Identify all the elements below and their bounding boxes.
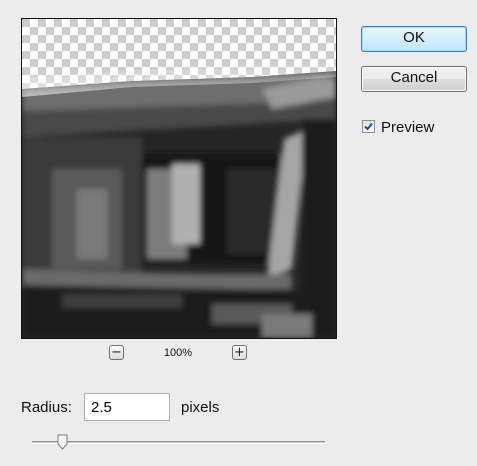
zoom-level-label: 100% xyxy=(163,347,193,359)
zoom-out-button[interactable]: − xyxy=(109,345,124,360)
preview-checkbox[interactable] xyxy=(362,120,375,133)
radius-slider-thumb[interactable] xyxy=(57,434,68,450)
cancel-button[interactable]: Cancel xyxy=(361,66,467,92)
radius-input[interactable] xyxy=(84,393,170,421)
gaussian-blur-dialog: − 100% + OK Cancel Preview Radius: pixel… xyxy=(0,0,477,466)
radius-slider-track[interactable] xyxy=(32,441,325,444)
preview-image[interactable] xyxy=(21,18,337,339)
ok-button[interactable]: OK xyxy=(361,26,467,52)
radius-label: Radius: xyxy=(21,399,72,416)
preview-label[interactable]: Preview xyxy=(381,119,434,136)
zoom-in-button[interactable]: + xyxy=(232,345,247,360)
checkmark-icon xyxy=(364,122,373,131)
radius-units-label: pixels xyxy=(181,399,220,416)
